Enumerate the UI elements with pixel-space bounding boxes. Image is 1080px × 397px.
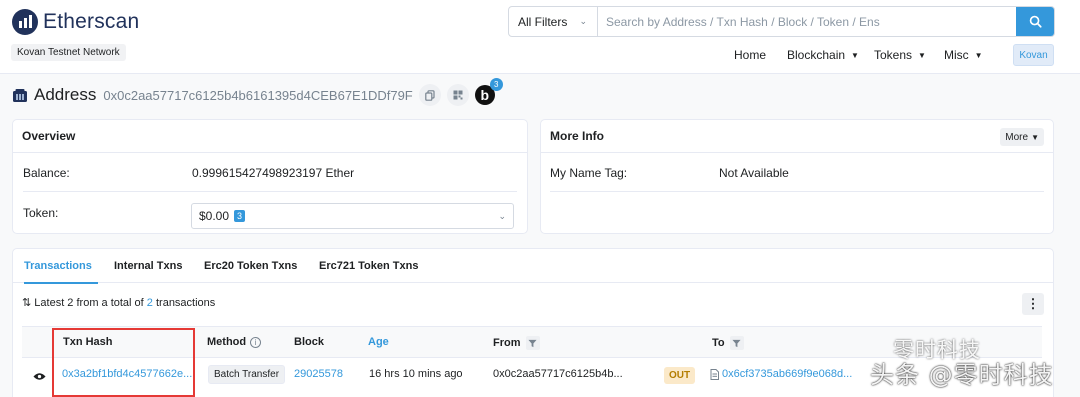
network-switch-button[interactable]: Kovan <box>1013 44 1054 66</box>
to-cell: 0x6cf3735ab669f9e068d... <box>710 368 852 380</box>
view-details-button[interactable] <box>30 367 48 385</box>
direction-cell: OUT <box>664 367 696 384</box>
copy-icon <box>424 89 435 101</box>
kebab-icon: ⋮ <box>1026 296 1040 311</box>
token-value: $0.00 <box>199 209 230 223</box>
active-tab-indicator <box>24 282 98 284</box>
method-badge: Batch Transfer <box>208 365 286 384</box>
balance-value: 0.999615427498923197 Ether <box>192 166 355 180</box>
token-holdings-select[interactable]: $0.00 3 ⌄ <box>191 203 514 229</box>
age-value: 16 hrs 10 mins ago <box>369 368 463 380</box>
qr-code-button[interactable] <box>446 84 469 106</box>
watermark-line-2: 头条 @零时科技 <box>870 361 1054 389</box>
file-icon <box>710 368 719 380</box>
divider <box>23 191 517 192</box>
top-header: Etherscan Kovan Testnet Network All Filt… <box>0 0 1080 74</box>
name-tag-label: My Name Tag: <box>550 166 628 180</box>
search-input[interactable] <box>598 7 1016 36</box>
blockscan-chat-button[interactable]: b 3 <box>474 78 503 105</box>
tab-transactions[interactable]: Transactions <box>24 260 92 272</box>
nav-tokens-label: Tokens <box>874 48 913 62</box>
header-method-label: Method <box>207 336 247 348</box>
name-tag-value: Not Available <box>719 166 789 180</box>
more-info-card: More Info More ▼ My Name Tag: Not Availa… <box>540 119 1054 234</box>
balance-label: Balance: <box>23 166 70 180</box>
nav-home[interactable]: Home <box>734 44 766 66</box>
chevron-down-icon: ▼ <box>974 50 983 60</box>
summary-prefix: Latest 2 from a total of <box>34 297 147 309</box>
chevron-down-icon: ▼ <box>918 50 926 60</box>
search-filter-select[interactable]: All Filters ⌄ <box>509 7 598 36</box>
transactions-summary: ⇅ Latest 2 from a total of 2 transaction… <box>22 296 215 309</box>
divider <box>550 191 1044 192</box>
method-cell: Batch Transfer <box>208 365 286 384</box>
chevron-down-icon: ⌄ <box>498 211 506 221</box>
tab-internal-txns[interactable]: Internal Txns <box>114 260 182 272</box>
chevron-down-icon: ▼ <box>851 50 859 60</box>
token-label: Token: <box>23 206 59 220</box>
search-filter-label: All Filters <box>518 14 568 29</box>
network-badge: Kovan Testnet Network <box>11 44 126 61</box>
notification-count-badge: 3 <box>489 78 503 91</box>
nav-tokens[interactable]: Tokens ▼ <box>874 44 926 66</box>
header-to-label: To <box>712 337 725 349</box>
header-age-toggle[interactable]: Age <box>368 336 389 348</box>
block-link[interactable]: 29025578 <box>294 368 343 380</box>
tab-erc20-token-txns[interactable]: Erc20 Token Txns <box>204 260 297 272</box>
chevron-down-icon: ⌄ <box>579 16 587 26</box>
chevron-down-icon: ▼ <box>1031 132 1039 142</box>
etherscan-logo[interactable]: Etherscan <box>12 9 139 35</box>
more-button-label: More <box>1005 131 1029 143</box>
more-options-button[interactable]: ⋮ <box>1022 293 1044 315</box>
page-title: Address <box>34 85 97 104</box>
qr-code-icon <box>453 90 463 100</box>
filter-icon[interactable] <box>525 336 540 350</box>
nav-blockchain[interactable]: Blockchain ▼ <box>787 44 859 66</box>
search-icon <box>1029 15 1042 28</box>
brand-name: Etherscan <box>43 10 140 33</box>
address-heading: Address 0x0c2aa57717c6125b4b6161395d4CEB… <box>12 78 503 106</box>
address-hash: 0x0c2aa57717c6125b4b6161395d4CEB67E1DDf7… <box>103 87 413 103</box>
summary-suffix: transactions <box>152 297 216 309</box>
filter-icon[interactable] <box>729 336 744 350</box>
overview-card: Overview Balance: 0.999615427498923197 E… <box>12 119 528 234</box>
header-from-label: From <box>493 337 521 349</box>
tab-erc721-token-txns[interactable]: Erc721 Token Txns <box>319 260 418 272</box>
overview-title: Overview <box>13 120 527 153</box>
to-address-link[interactable]: 0x6cf3735ab669f9e068d... <box>722 368 852 380</box>
search-button[interactable] <box>1016 7 1054 36</box>
logo-icon <box>12 9 38 35</box>
header-block: Block <box>294 336 324 348</box>
search-bar: All Filters ⌄ <box>508 6 1055 37</box>
contract-icon <box>13 88 27 102</box>
info-icon[interactable]: i <box>250 336 262 348</box>
header-to: To <box>712 336 744 350</box>
header-method: Method i <box>207 336 262 348</box>
sort-icon: ⇅ <box>22 297 32 309</box>
more-info-title: More Info <box>541 120 1053 153</box>
token-count-badge: 3 <box>234 210 246 222</box>
nav-home-label: Home <box>734 48 767 62</box>
header-from: From <box>493 336 540 350</box>
direction-badge: OUT <box>664 367 696 384</box>
blockscan-chat-letter: b <box>480 87 490 103</box>
eye-icon <box>30 367 48 385</box>
tab-bar: Transactions Internal Txns Erc20 Token T… <box>13 249 1053 284</box>
nav-blockchain-label: Blockchain <box>787 48 846 62</box>
highlight-box <box>52 328 195 397</box>
from-address: 0x0c2aa57717c6125b4b... <box>493 368 623 380</box>
more-dropdown-button[interactable]: More ▼ <box>1000 128 1044 146</box>
nav-misc-label: Misc <box>944 48 969 62</box>
nav-misc[interactable]: Misc ▼ <box>944 44 983 66</box>
copy-address-button[interactable] <box>418 84 441 106</box>
